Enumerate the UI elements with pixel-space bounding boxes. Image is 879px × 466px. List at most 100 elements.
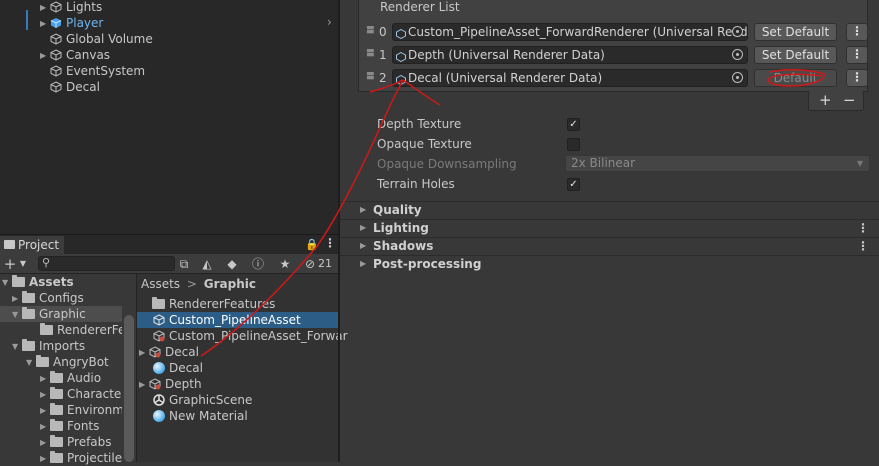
warning-icon[interactable]: ⓘ: [250, 256, 266, 272]
file-item-decal-renderer[interactable]: ▶ Decal: [139, 344, 199, 360]
tree-scrollbar[interactable]: [124, 315, 134, 462]
opaque-downsampling-dropdown[interactable]: 2x Bilinear ▼: [565, 155, 870, 172]
default-button[interactable]: Default: [754, 69, 837, 87]
expand-arrow-icon[interactable]: ▶: [40, 19, 50, 28]
renderer-data-icon: [149, 346, 161, 358]
more-options-button[interactable]: ⋮: [846, 46, 868, 64]
file-item-new-material[interactable]: New Material: [153, 408, 248, 424]
gameobject-cube-icon: [50, 65, 62, 77]
tree-item-rendererfeatures[interactable]: RendererFe: [40, 322, 125, 338]
tab-menu-icon[interactable]: ⋮: [324, 236, 336, 250]
tree-item-audio[interactable]: ▶ Audio: [40, 370, 101, 386]
tree-item-characters[interactable]: ▶ Characte: [40, 386, 121, 402]
tree-item-environment[interactable]: ▶ Environm: [40, 402, 124, 418]
expand-arrow-icon[interactable]: ▶: [40, 390, 50, 399]
expand-arrow-icon[interactable]: ▼: [12, 342, 22, 351]
tree-label: AngryBot: [53, 355, 109, 369]
file-item-rendererfeatures[interactable]: RendererFeatures: [152, 296, 275, 312]
project-folder-tree: ▼ Assets ▶ Configs ▼ Graphic RendererFe ▼ Im…: [0, 274, 125, 465]
tree-item-configs[interactable]: ▶ Configs: [12, 290, 84, 306]
hierarchy-item-decal[interactable]: Decal: [50, 79, 100, 95]
drag-handle-icon[interactable]: ▬ ▬: [366, 24, 375, 37]
object-picker-icon[interactable]: [732, 49, 743, 60]
renderer-data-icon: [396, 27, 406, 40]
project-toolbar: + ▼ ⚲ ⧉ ◭ ◆ ⓘ ★ ⊘ 21: [0, 254, 340, 274]
file-item-forwardrenderer[interactable]: Custom_PipelineAsset_Forwar: [153, 328, 348, 344]
tree-item-prefabs[interactable]: ▶ Prefabs: [40, 434, 112, 450]
drag-handle-icon[interactable]: ▬ ▬: [366, 70, 375, 83]
hierarchy-item-global-volume[interactable]: Global Volume: [50, 31, 153, 47]
expand-arrow-icon[interactable]: ▶: [139, 380, 149, 389]
expand-arrow-icon[interactable]: ▶: [40, 51, 50, 60]
expand-arrow-icon[interactable]: ▶: [40, 374, 50, 383]
tree-item-angrybot[interactable]: ▼ AngryBot: [26, 354, 109, 370]
breadcrumb-current[interactable]: Graphic: [204, 277, 256, 291]
terrain-holes-checkbox[interactable]: ✓: [567, 178, 580, 191]
hierarchy-item-player[interactable]: ▶ Player: [40, 15, 103, 31]
section-shadows[interactable]: ▶ Shadows ⋮: [340, 237, 879, 255]
tree-item-assets[interactable]: ▼ Assets: [2, 274, 122, 290]
file-item-graphicscene[interactable]: GraphicScene: [153, 392, 252, 408]
chevron-down-icon[interactable]: ▼: [15, 256, 31, 272]
expand-arrow-icon[interactable]: ▼: [12, 310, 22, 319]
chevron-right-icon[interactable]: ›: [327, 15, 332, 29]
renderer-object-field[interactable]: Custom_PipelineAsset_ForwardRenderer (Un…: [392, 23, 748, 41]
dropdown-value: 2x Bilinear: [571, 156, 636, 170]
tree-item-fonts[interactable]: ▶ Fonts: [40, 418, 99, 434]
favorite-star-icon[interactable]: ★: [277, 256, 293, 272]
expand-arrow-icon[interactable]: ▶: [40, 3, 50, 12]
expand-arrow-icon[interactable]: ▶: [139, 348, 149, 357]
hierarchy-item-label: Player: [66, 16, 104, 30]
expand-arrow-icon[interactable]: ▶: [12, 294, 22, 303]
object-picker-icon[interactable]: [732, 72, 743, 83]
expand-arrow-icon[interactable]: ▶: [40, 454, 50, 463]
file-item-custom-pipelineasset[interactable]: Custom_PipelineAsset: [137, 312, 338, 328]
set-default-button[interactable]: Set Default: [754, 23, 837, 41]
opaque-texture-checkbox[interactable]: [567, 138, 580, 151]
label-tag-icon[interactable]: ◆: [224, 256, 240, 272]
list-add-remove-box: + −: [808, 91, 864, 111]
search-input[interactable]: ⚲: [38, 256, 175, 271]
tree-label: Projectile: [67, 451, 123, 465]
file-item-depth[interactable]: ▶ Depth: [139, 376, 202, 392]
section-lighting[interactable]: ▶ Lighting ⋮: [340, 219, 879, 237]
expand-arrow-icon[interactable]: ▶: [40, 406, 50, 415]
folder-icon: [4, 240, 15, 249]
tab-project[interactable]: Project: [0, 236, 64, 255]
hierarchy-item-eventsystem[interactable]: EventSystem: [50, 63, 145, 79]
section-quality[interactable]: ▶ Quality: [340, 201, 879, 219]
tree-item-imports[interactable]: ▼ Imports: [12, 338, 85, 354]
tree-label: Fonts: [67, 419, 100, 433]
chevron-down-icon: ▼: [856, 159, 863, 168]
expand-arrow-icon[interactable]: ▼: [26, 358, 36, 367]
filter-type-icon[interactable]: ◭: [199, 256, 215, 272]
file-item-decal-material[interactable]: Decal: [153, 360, 203, 376]
hidden-eye-icon[interactable]: ⊘: [302, 256, 318, 272]
add-renderer-button[interactable]: +: [819, 91, 832, 109]
hierarchy-item-canvas[interactable]: ▶ Canvas: [40, 47, 110, 63]
expand-arrow-icon[interactable]: ▶: [40, 438, 50, 447]
drag-handle-icon[interactable]: ▬ ▬: [366, 47, 375, 60]
set-default-button[interactable]: Set Default: [754, 46, 837, 64]
search-by-type-icon[interactable]: ⧉: [176, 256, 192, 272]
section-menu-icon[interactable]: ⋮: [857, 239, 869, 253]
depth-texture-label: Depth Texture: [377, 117, 462, 131]
expand-arrow-icon[interactable]: ▼: [2, 278, 12, 287]
expand-arrow-icon[interactable]: ▶: [40, 422, 50, 431]
remove-renderer-button[interactable]: −: [843, 91, 856, 109]
depth-texture-checkbox[interactable]: ✓: [567, 118, 580, 131]
object-picker-icon[interactable]: [732, 26, 743, 37]
hierarchy-item-lights[interactable]: ▶ Lights: [40, 0, 102, 15]
tree-item-graphic[interactable]: ▼ Graphic: [0, 306, 122, 322]
lock-icon[interactable]: 🔒: [305, 238, 319, 251]
tree-item-projectiles[interactable]: ▶ Projectile: [40, 450, 122, 466]
renderer-object-field[interactable]: Depth (Universal Renderer Data): [392, 46, 748, 64]
section-menu-icon[interactable]: ⋮: [857, 221, 869, 235]
breadcrumb-root[interactable]: Assets: [141, 277, 180, 291]
file-label: GraphicScene: [169, 393, 253, 407]
more-options-button[interactable]: ⋮: [846, 69, 868, 87]
more-options-button[interactable]: ⋮: [846, 23, 868, 41]
section-post-processing[interactable]: ▶ Post-processing: [340, 255, 879, 273]
gameobject-cube-icon: [50, 49, 62, 61]
renderer-object-field[interactable]: Decal (Universal Renderer Data): [392, 69, 748, 87]
